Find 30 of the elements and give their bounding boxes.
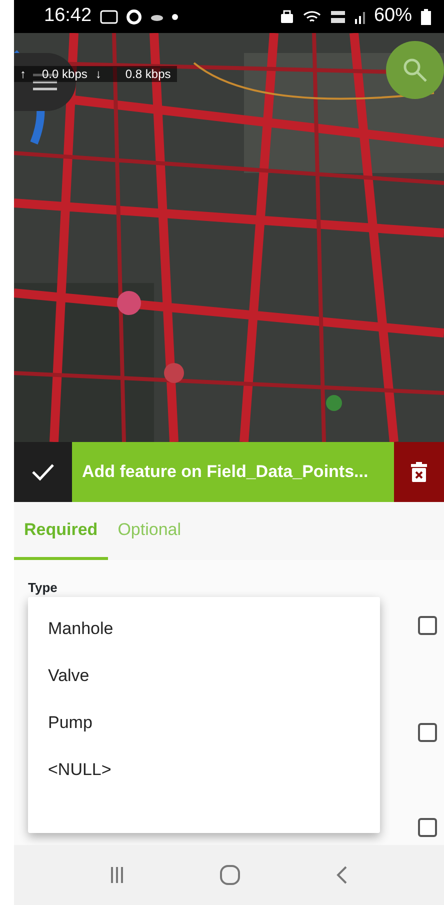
upload-arrow: ↑ xyxy=(20,66,26,83)
wifi-icon xyxy=(302,8,322,24)
dropdown-option[interactable]: Manhole xyxy=(28,605,380,652)
checkbox[interactable] xyxy=(418,723,437,742)
field-label: Type xyxy=(27,579,58,597)
dropdown-option[interactable]: Pump xyxy=(28,699,380,746)
delete-button[interactable] xyxy=(394,442,444,502)
confirm-button[interactable] xyxy=(14,442,72,502)
battery-text: 60% xyxy=(374,4,412,28)
toolbar-title: Add feature on Field_Data_Points... xyxy=(72,442,394,502)
recents-icon xyxy=(110,866,124,884)
briefcase-icon xyxy=(280,10,294,24)
signal-icon xyxy=(354,10,366,24)
clock-text: 16:42 xyxy=(44,4,92,28)
back-icon xyxy=(336,864,348,885)
dropdown-option[interactable]: Valve xyxy=(28,652,380,699)
download-speed: 0.8 kbps xyxy=(125,66,171,83)
checkbox[interactable] xyxy=(418,616,437,635)
download-arrow: ↓ xyxy=(95,66,102,83)
trash-icon xyxy=(411,462,427,482)
checkbox[interactable] xyxy=(418,818,437,837)
home-icon xyxy=(220,864,240,885)
upload-speed: 0.0 kbps xyxy=(42,66,88,83)
battery-icon xyxy=(420,8,432,26)
sync-icon xyxy=(126,8,142,24)
dot-icon xyxy=(172,14,178,20)
search-icon xyxy=(402,57,428,83)
check-icon xyxy=(31,462,55,482)
app-icon xyxy=(100,10,118,24)
dropdown-option[interactable]: <NULL> xyxy=(28,746,380,793)
